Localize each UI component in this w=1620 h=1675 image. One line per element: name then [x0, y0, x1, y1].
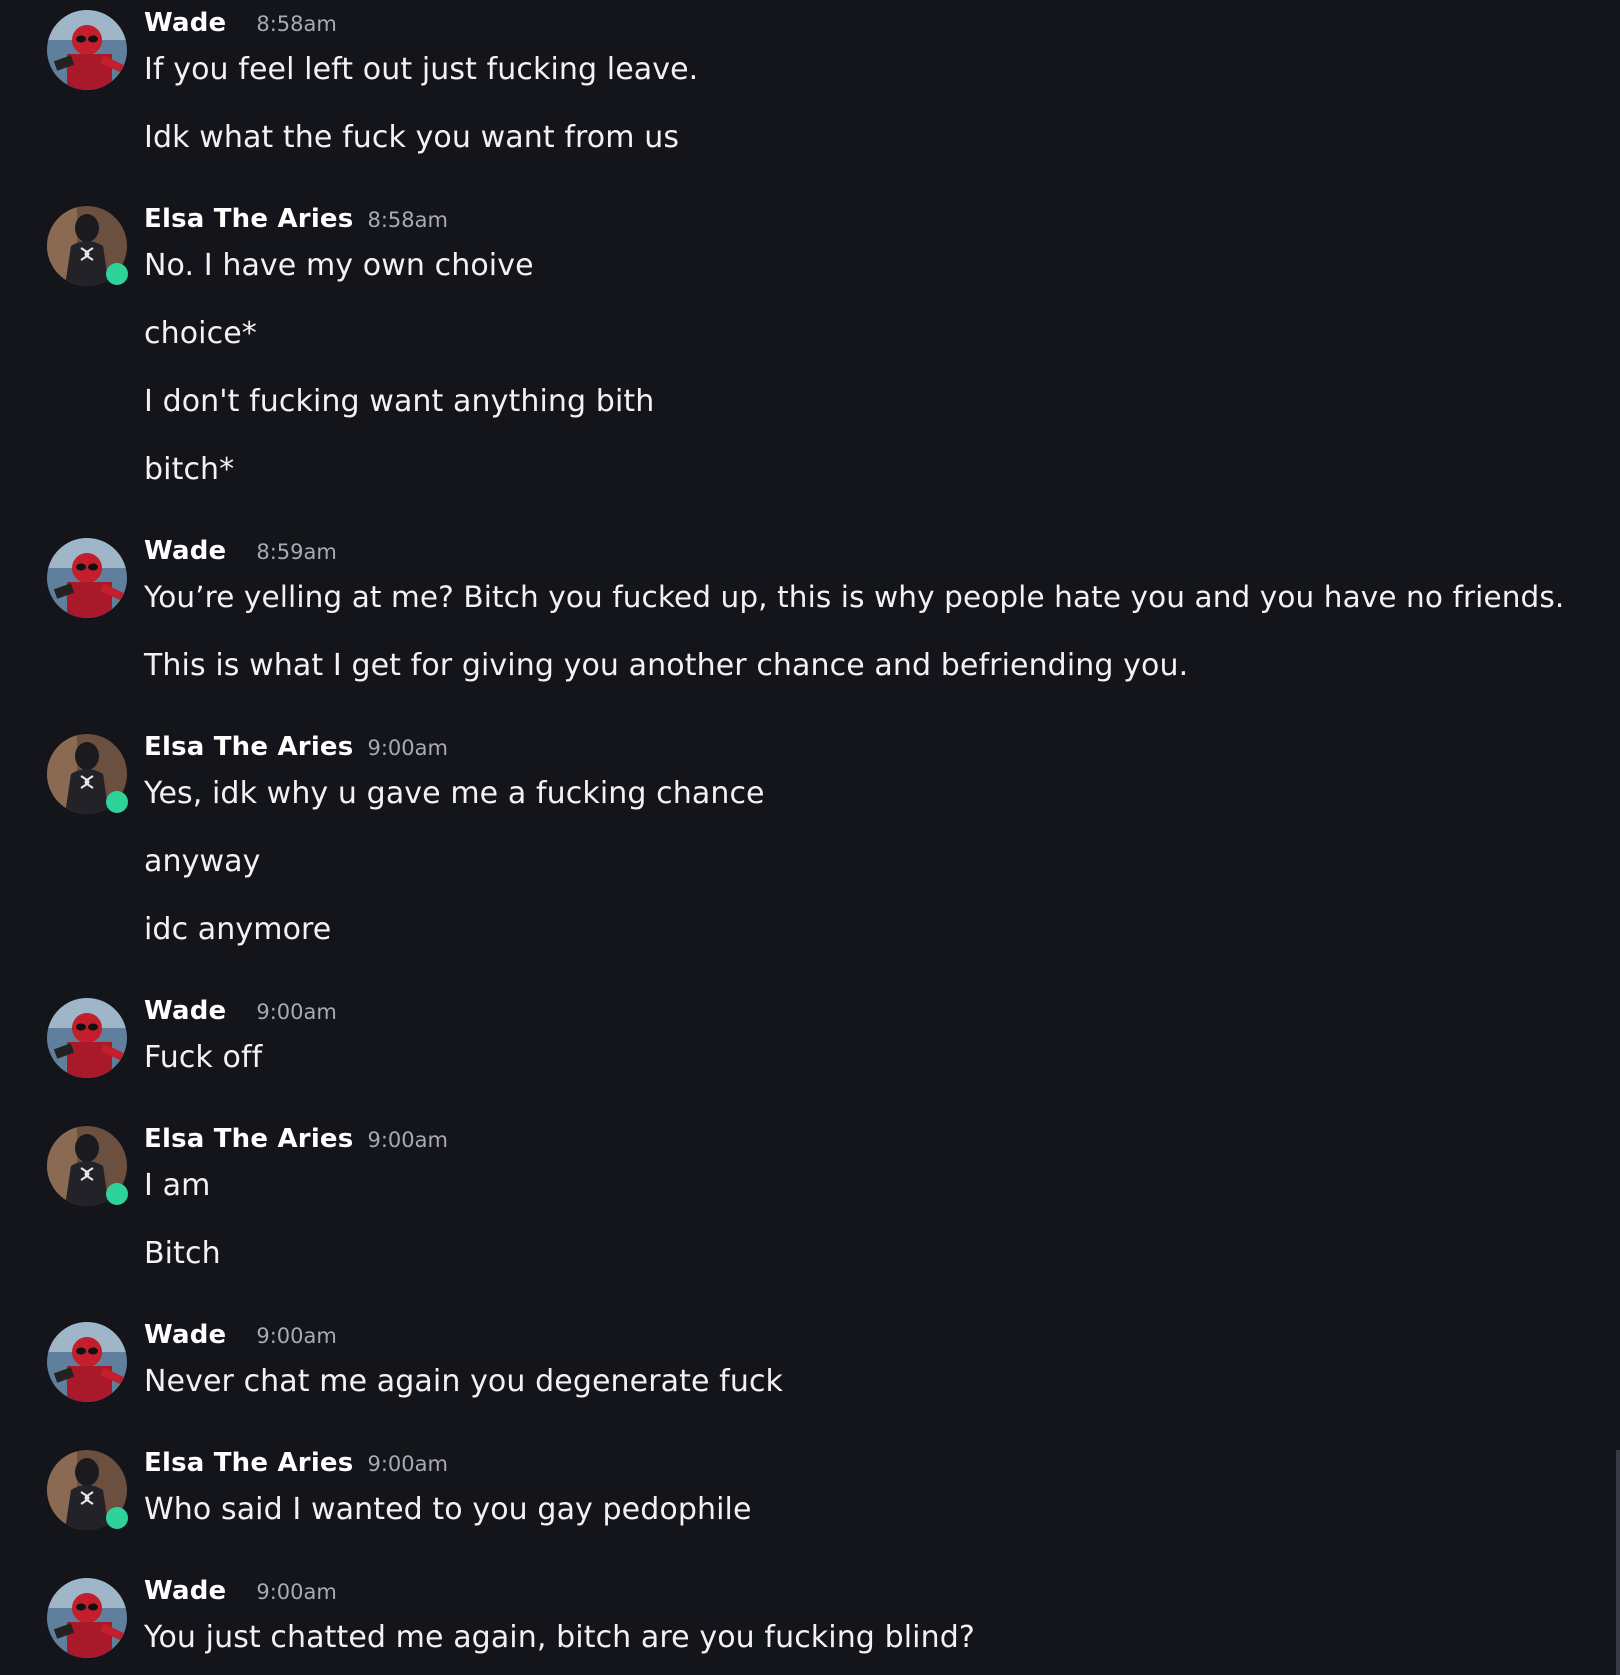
online-status-dot — [106, 263, 128, 285]
author-name[interactable]: Elsa The Aries — [144, 1448, 353, 1478]
message-header: Wade 9:00am — [144, 1320, 337, 1350]
timestamp: 9:00am — [367, 736, 448, 760]
author-name[interactable]: Wade — [144, 8, 226, 38]
author-name[interactable]: Wade — [144, 1320, 226, 1350]
message-text: This is what I get for giving you anothe… — [144, 648, 1189, 683]
timestamp: 9:00am — [256, 1000, 337, 1024]
dark-spider-suit-avatar-icon[interactable] — [47, 1126, 128, 1206]
message-text: You just chatted me again, bitch are you… — [144, 1620, 975, 1655]
timestamp: 8:58am — [256, 12, 337, 36]
message-text: You’re yelling at me? Bitch you fucked u… — [144, 580, 1565, 614]
author-name[interactable]: Wade — [144, 1576, 226, 1606]
deadpool-avatar-icon[interactable] — [47, 538, 127, 618]
message-text: No. I have my own choive — [144, 248, 534, 283]
message-header: Wade 8:59am — [144, 536, 337, 566]
deadpool-avatar-icon[interactable] — [47, 10, 127, 90]
author-name[interactable]: Wade — [144, 996, 226, 1026]
message-text: idc anymore — [144, 912, 332, 947]
message-header: Elsa The Aries 9:00am — [144, 1448, 448, 1478]
deadpool-avatar-icon[interactable] — [47, 1578, 127, 1658]
message-header: Wade 8:58am — [144, 8, 337, 38]
author-name[interactable]: Elsa The Aries — [144, 204, 353, 234]
message-text: I am — [144, 1168, 211, 1203]
chat-message-list: Wade 8:58am If you feel left out just fuc… — [0, 0, 1605, 1675]
message-header: Elsa The Aries 9:00am — [144, 732, 448, 762]
dark-spider-suit-avatar-icon[interactable] — [47, 206, 128, 286]
message-text: Never chat me again you degenerate fuck — [144, 1364, 784, 1399]
timestamp: 9:00am — [256, 1580, 337, 1604]
online-status-dot — [106, 1507, 128, 1529]
message-header: Wade 9:00am — [144, 996, 337, 1026]
timestamp: 9:00am — [367, 1452, 448, 1476]
deadpool-avatar-icon[interactable] — [47, 1322, 127, 1402]
online-status-dot — [106, 791, 128, 813]
message-text: bitch* — [144, 452, 235, 487]
timestamp: 8:58am — [367, 208, 448, 232]
message-text: choice* — [144, 316, 257, 351]
online-status-dot — [106, 1183, 128, 1205]
message-header: Wade 9:00am — [144, 1576, 337, 1606]
message-text: Fuck off — [144, 1040, 263, 1075]
message-header: Elsa The Aries 8:58am — [144, 204, 448, 234]
message-text: I don't fucking want anything bith — [144, 384, 655, 419]
message-text: anyway — [144, 844, 261, 879]
timestamp: 9:00am — [367, 1128, 448, 1152]
author-name[interactable]: Elsa The Aries — [144, 732, 353, 762]
deadpool-avatar-icon[interactable] — [47, 998, 127, 1078]
message-header: Elsa The Aries 9:00am — [144, 1124, 448, 1154]
dark-spider-suit-avatar-icon[interactable] — [47, 734, 128, 814]
message-text: Idk what the fuck you want from us — [144, 120, 680, 155]
message-text: If you feel left out just fucking leave. — [144, 52, 699, 87]
timestamp: 8:59am — [256, 540, 337, 564]
dark-spider-suit-avatar-icon[interactable] — [47, 1450, 128, 1530]
message-text: Bitch — [144, 1236, 221, 1271]
message-text: Who said I wanted to you gay pedophile — [144, 1492, 752, 1527]
author-name[interactable]: Elsa The Aries — [144, 1124, 353, 1154]
timestamp: 9:00am — [256, 1324, 337, 1348]
author-name[interactable]: Wade — [144, 536, 226, 566]
scrollbar[interactable] — [1616, 1450, 1620, 1675]
message-text: Yes, idk why u gave me a fucking chance — [144, 776, 765, 811]
